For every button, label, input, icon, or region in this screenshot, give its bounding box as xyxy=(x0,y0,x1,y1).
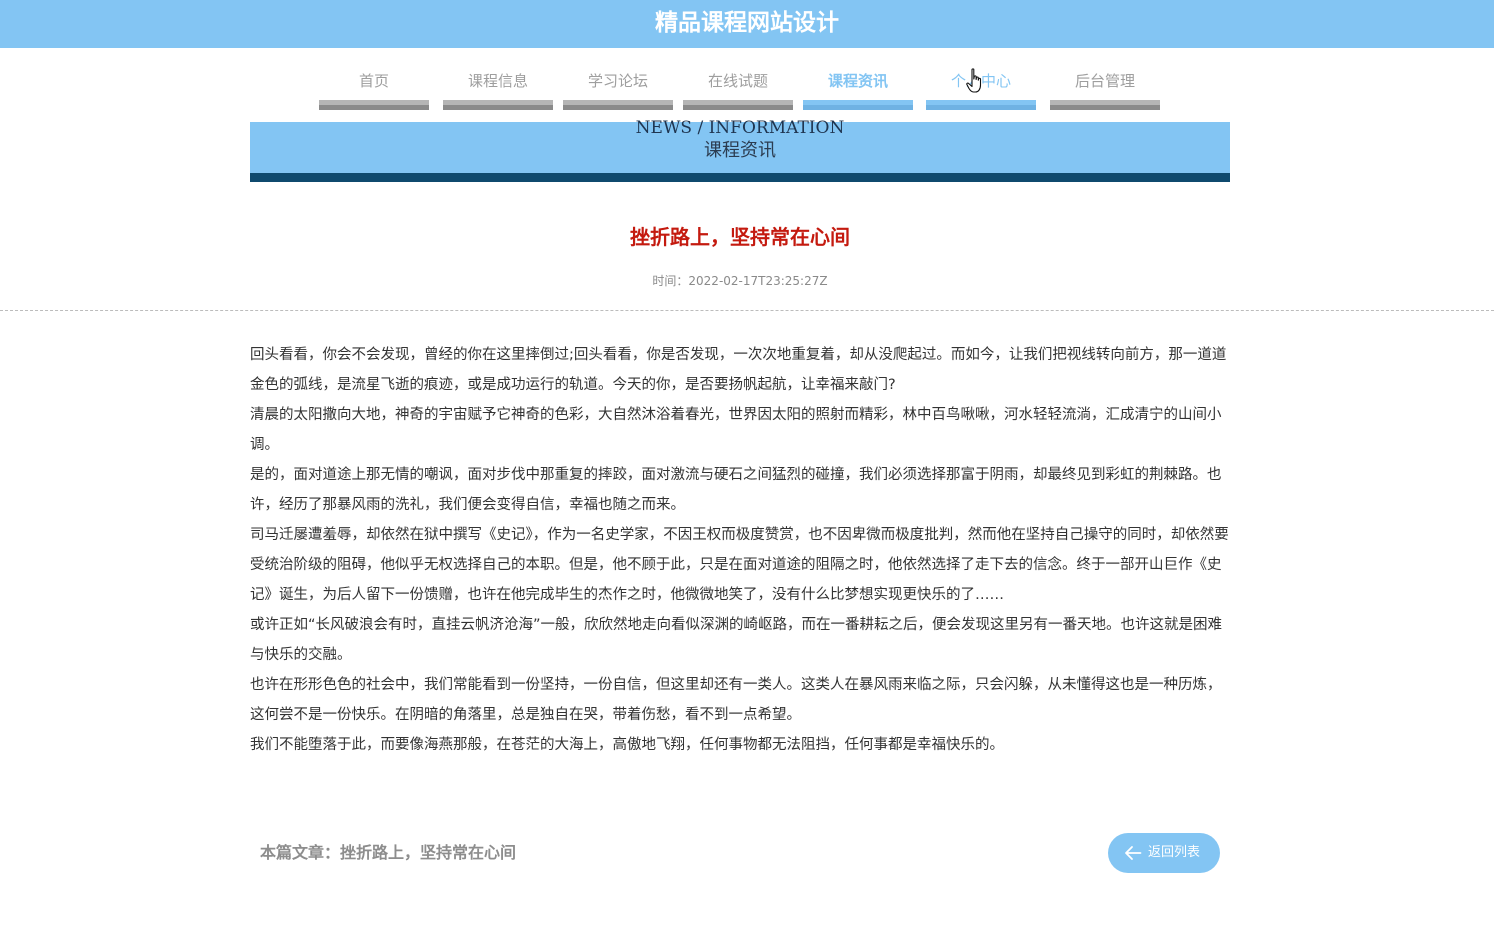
nav-underline xyxy=(803,100,913,110)
nav-item-forum[interactable]: 学习论坛 xyxy=(563,48,673,112)
article-paragraph: 也许在形形色色的社会中，我们常能看到一份坚持，一份自信，但这里却还有一类人。这类… xyxy=(250,677,1222,723)
site-title: 精品课程网站设计 xyxy=(655,10,839,36)
article-paragraph: 回头看看，你会不会发现，曾经的你在这里摔倒过;回头看看，你是否发现，一次次地重复… xyxy=(250,347,1227,393)
article-footer: 本篇文章：挫折路上，坚持常在心间 返回列表 xyxy=(250,832,1230,874)
nav-item-online-test[interactable]: 在线试题 xyxy=(683,48,793,112)
nav-item-home[interactable]: 首页 xyxy=(319,48,429,112)
nav-underline xyxy=(443,100,553,110)
article-paragraph: 司马迁屡遭羞辱，却依然在狱中撰写《史记》，作为一名史学家，不因王权而极度赞赏，也… xyxy=(250,527,1229,603)
site-header: 精品课程网站设计 xyxy=(0,0,1494,48)
nav-label: 首页 xyxy=(358,72,389,90)
divider xyxy=(0,310,1494,311)
article-paragraph: 是的，面对道途上那无情的嘲讽，面对步伐中那重复的摔跤，面对激流与硬石之间猛烈的碰… xyxy=(250,467,1222,513)
hand-pointer-icon xyxy=(966,68,982,93)
nav-label: 课程资讯 xyxy=(827,72,888,90)
current-article-label: 本篇文章：挫折路上，坚持常在心间 xyxy=(260,843,517,862)
nav-label: 在线试题 xyxy=(707,72,768,90)
main-nav: 首页 课程信息 学习论坛 在线试题 课程资讯 个人中心 后台管理 xyxy=(0,48,1494,118)
article-title: 挫折路上，坚持常在心间 xyxy=(630,225,850,249)
nav-underline xyxy=(926,100,1036,110)
nav-label: 课程信息 xyxy=(467,72,528,90)
banner-english-title: NEWS / INFORMATION xyxy=(635,118,845,138)
nav-item-course-info[interactable]: 课程信息 xyxy=(443,48,553,112)
back-button-label: 返回列表 xyxy=(1148,845,1201,860)
arrow-left-icon xyxy=(1125,846,1142,860)
nav-underline xyxy=(319,100,429,110)
nav-item-admin[interactable]: 后台管理 xyxy=(1050,48,1160,112)
article-paragraph: 或许正如“长风破浪会有时，直挂云帆济沧海”一般，欣欣然地走向看似深渊的崎岖路，而… xyxy=(250,617,1223,663)
section-banner: NEWS / INFORMATION 课程资讯 xyxy=(250,118,1230,182)
article-body: 回头看看，你会不会发现，曾经的你在这里摔倒过;回头看看，你是否发现，一次次地重复… xyxy=(250,340,1230,760)
nav-underline xyxy=(563,100,673,110)
nav-underline xyxy=(683,100,793,110)
article-paragraph: 我们不能堕落于此，而要像海燕那般，在苍茫的大海上，高傲地飞翔，任何事物都无法阻挡… xyxy=(250,737,1004,753)
article-time: 时间：2022-02-17T23:25:27Z xyxy=(652,274,828,288)
nav-label: 后台管理 xyxy=(1074,72,1135,90)
back-to-list-button[interactable]: 返回列表 xyxy=(1108,833,1220,873)
banner-chinese-title: 课程资讯 xyxy=(704,140,776,161)
banner-strip xyxy=(250,173,1230,182)
nav-label: 学习论坛 xyxy=(587,72,648,90)
article-paragraph: 清晨的太阳撒向大地，神奇的宇宙赋予它神奇的色彩，大自然沐浴着春光，世界因太阳的照… xyxy=(250,407,1222,453)
nav-item-course-news[interactable]: 课程资讯 xyxy=(803,48,913,112)
nav-underline xyxy=(1050,100,1160,110)
